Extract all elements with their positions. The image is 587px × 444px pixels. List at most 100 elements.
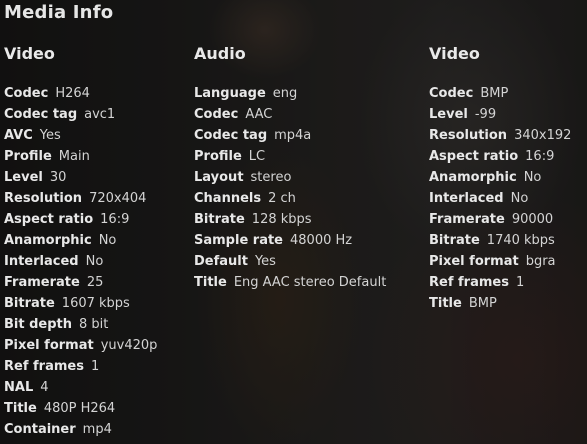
- info-key: Aspect ratio: [4, 212, 94, 227]
- info-value: 1740 kbps: [486, 233, 555, 248]
- info-row: Bit depth 8 bit: [4, 314, 157, 335]
- info-value: BMP: [480, 86, 509, 101]
- info-key: Bit depth: [4, 317, 73, 332]
- info-value: 1: [90, 359, 100, 374]
- info-key: Anamorphic: [4, 233, 92, 248]
- info-row: Ref frames 1: [429, 272, 571, 293]
- info-value: avc1: [84, 107, 116, 122]
- info-value: AAC: [245, 107, 273, 122]
- info-row: Layout stereo: [194, 167, 386, 188]
- info-row: Pixel format yuv420p: [4, 335, 157, 356]
- info-row: NAL 4: [4, 377, 157, 398]
- info-row: Anamorphic No: [429, 167, 571, 188]
- info-row: Bitrate 1607 kbps: [4, 293, 157, 314]
- info-key: AVC: [4, 128, 33, 143]
- info-key: Codec tag: [4, 107, 78, 122]
- video-stream-column-2: Video Codec BMP Level -99 Resolution 340x192 A…: [429, 44, 571, 314]
- info-value: mp4a: [274, 128, 312, 143]
- info-row: Codec BMP: [429, 83, 571, 104]
- info-key: Framerate: [429, 212, 505, 227]
- info-value: H264: [55, 86, 90, 101]
- info-row: Codec tag mp4a: [194, 125, 386, 146]
- info-value: No: [98, 233, 117, 248]
- info-row: Anamorphic No: [4, 230, 157, 251]
- info-value: 30: [49, 170, 67, 185]
- info-value: 128 kbps: [251, 212, 312, 227]
- info-rows: Codec BMP Level -99 Resolution 340x192 Aspect …: [429, 83, 571, 314]
- info-key: Bitrate: [429, 233, 480, 248]
- info-value: Main: [58, 149, 90, 164]
- info-value: No: [523, 170, 542, 185]
- info-value: 48000 Hz: [290, 233, 353, 248]
- info-row: Bitrate 1740 kbps: [429, 230, 571, 251]
- info-row: Channels 2 ch: [194, 188, 386, 209]
- info-key: Codec tag: [194, 128, 268, 143]
- info-key: Resolution: [4, 191, 83, 206]
- info-key: Bitrate: [4, 296, 55, 311]
- info-row: Codec tag avc1: [4, 104, 157, 125]
- info-row: AVC Yes: [4, 125, 157, 146]
- info-row: Codec H264: [4, 83, 157, 104]
- info-value: 720x404: [89, 191, 147, 206]
- info-value: yuv420p: [100, 338, 158, 353]
- info-row: Title Eng AAC stereo Default: [194, 272, 386, 293]
- info-key: Anamorphic: [429, 170, 517, 185]
- info-row: Profile LC: [194, 146, 386, 167]
- info-key: Codec: [4, 86, 49, 101]
- info-row: Framerate 90000: [429, 209, 571, 230]
- info-key: Ref frames: [4, 359, 84, 374]
- info-key: Level: [429, 107, 468, 122]
- info-row: Container mp4: [4, 419, 157, 440]
- info-key: Ref frames: [429, 275, 509, 290]
- info-key: Layout: [194, 170, 244, 185]
- info-key: Title: [429, 296, 462, 311]
- info-key: Resolution: [429, 128, 508, 143]
- info-key: Channels: [194, 191, 262, 206]
- info-row: Sample rate 48000 Hz: [194, 230, 386, 251]
- info-value: BMP: [468, 296, 497, 311]
- info-row: Title BMP: [429, 293, 571, 314]
- info-value: 1: [515, 275, 525, 290]
- info-key: Codec: [194, 107, 239, 122]
- info-value: No: [85, 254, 104, 269]
- info-value: LC: [248, 149, 266, 164]
- info-value: 25: [86, 275, 104, 290]
- info-key: NAL: [4, 380, 34, 395]
- info-key: Pixel format: [429, 254, 519, 269]
- info-key: Interlaced: [4, 254, 79, 269]
- info-key: Level: [4, 170, 43, 185]
- info-rows: Language eng Codec AAC Codec tag mp4a Profile L…: [194, 83, 386, 293]
- info-key: Pixel format: [4, 338, 94, 353]
- info-row: Codec AAC: [194, 104, 386, 125]
- info-value: 1607 kbps: [61, 296, 130, 311]
- info-row: Aspect ratio 16:9: [4, 209, 157, 230]
- info-value: 4: [40, 380, 49, 395]
- info-row: Interlaced No: [4, 251, 157, 272]
- info-row: Resolution 340x192: [429, 125, 571, 146]
- column-heading: Audio: [194, 44, 246, 63]
- info-key: Title: [4, 401, 37, 416]
- info-value: bgra: [525, 254, 556, 269]
- info-value: 2 ch: [268, 191, 296, 206]
- info-key: Profile: [194, 149, 242, 164]
- info-value: 8 bit: [79, 317, 109, 332]
- info-key: Sample rate: [194, 233, 284, 248]
- info-key: Bitrate: [194, 212, 245, 227]
- info-row: Resolution 720x404: [4, 188, 157, 209]
- info-key: Aspect ratio: [429, 149, 519, 164]
- info-value: 90000: [511, 212, 554, 227]
- info-row: Level -99: [429, 104, 571, 125]
- info-value: 16:9: [525, 149, 555, 164]
- info-value: 340x192: [514, 128, 572, 143]
- audio-stream-column: Audio Language eng Codec AAC Codec tag mp4a Pr…: [194, 44, 386, 293]
- page-title: Media Info: [4, 2, 114, 23]
- video-stream-column: Video Codec H264 Codec tag avc1 AVC Yes Profil…: [4, 44, 157, 440]
- info-row: Aspect ratio 16:9: [429, 146, 571, 167]
- info-row: Framerate 25: [4, 272, 157, 293]
- media-info-panel: Media Info Video Codec H264 Codec tag avc1 A…: [0, 0, 587, 444]
- info-key: Profile: [4, 149, 52, 164]
- info-row: Level 30: [4, 167, 157, 188]
- column-heading: Video: [429, 44, 480, 63]
- info-row: Language eng: [194, 83, 386, 104]
- info-row: Profile Main: [4, 146, 157, 167]
